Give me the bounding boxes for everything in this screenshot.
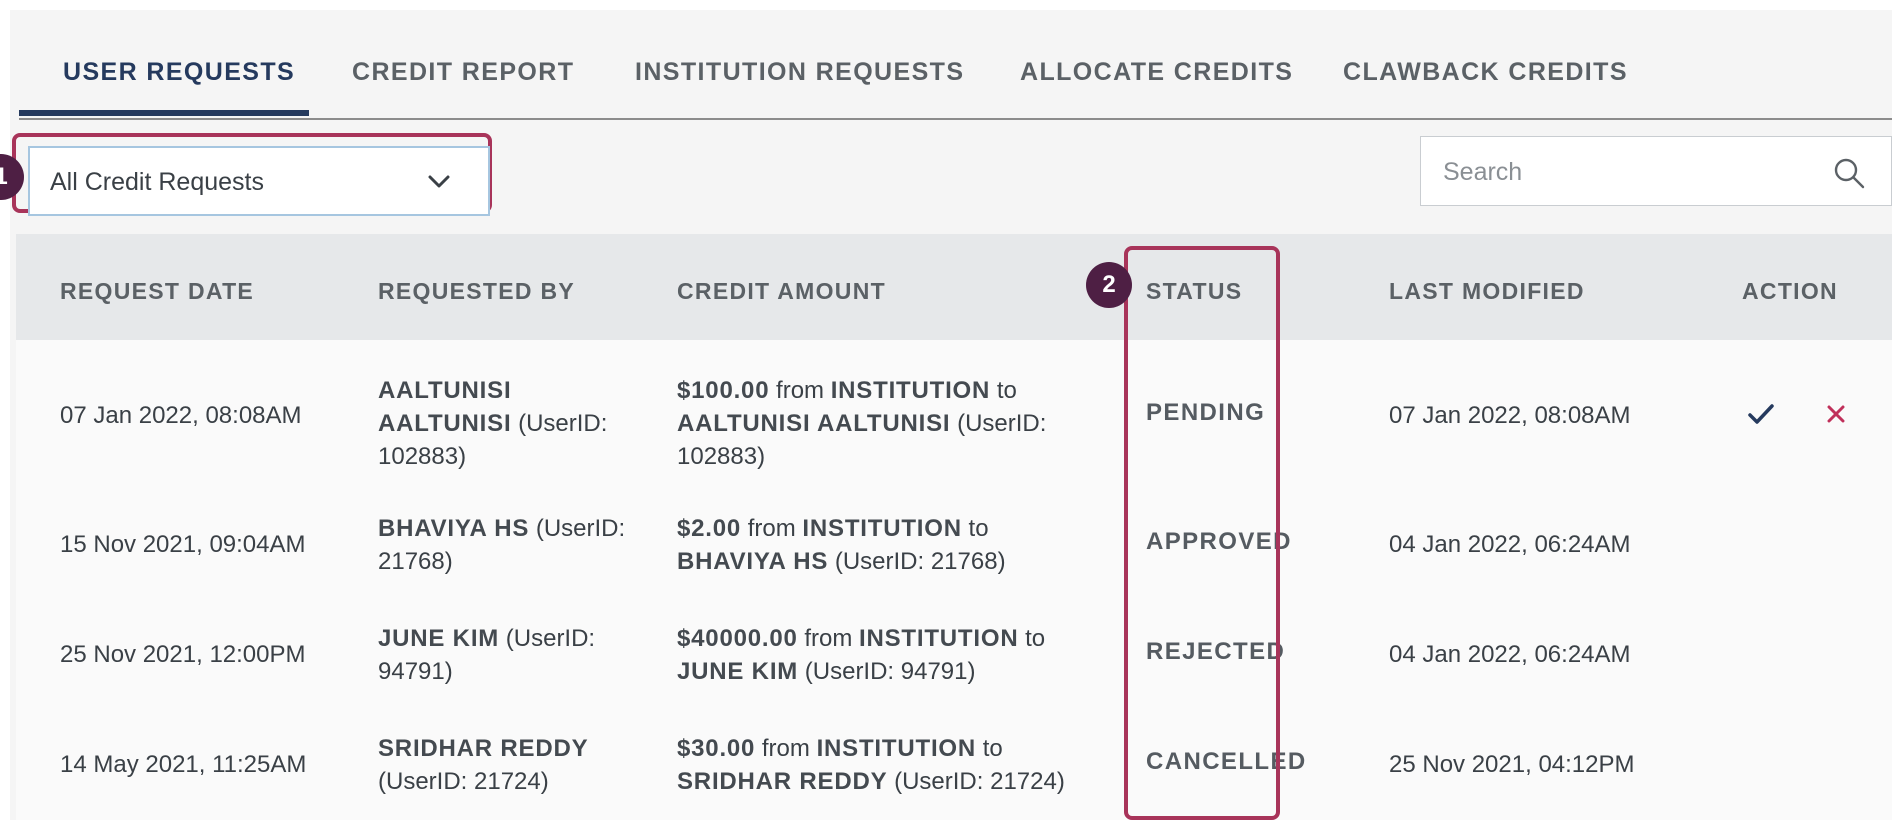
word-from: from [761,735,810,762]
search-icon[interactable] [1833,157,1865,189]
table-row: 15 Nov 2021, 09:04AM BHAVIYA HS (UserID:… [16,490,1892,602]
column-credit-amount[interactable]: CREDIT AMOUNT [677,278,886,305]
last-modified-cell: 04 Jan 2022, 06:24AM [1389,531,1631,558]
requested-by-cell: SRIDHAR REDDY (UserID: 21724) [378,732,638,798]
table-row: 07 Jan 2022, 08:08AM AALTUNISI AALTUNISI… [16,340,1892,492]
column-requested-by[interactable]: REQUESTED BY [378,278,575,305]
credit-amount-cell: $30.00 from INSTITUTION to SRIDHAR REDDY… [677,732,1077,798]
word-to: to [1025,625,1046,652]
requested-by-cell: BHAVIYA HS (UserID: 21768) [378,512,638,578]
requested-by-cell: JUNE KIM (UserID: 94791) [378,622,638,688]
recipient-name: AALTUNISI AALTUNISI [677,410,951,437]
filter-selected-value: All Credit Requests [50,168,264,196]
recipient-name: JUNE KIM [677,658,799,685]
credit-amount-cell: $40000.00 from INSTITUTION to JUNE KIM (… [677,622,1077,688]
search-input[interactable] [1441,155,1805,189]
request-date-cell: 15 Nov 2021, 09:04AM [60,531,306,558]
chevron-down-icon [428,175,450,188]
word-from: from [804,625,853,652]
recipient-userid: (UserID: 21724) [894,768,1065,795]
recipient-name: SRIDHAR REDDY [677,768,888,795]
source-institution: INSTITUTION [802,515,962,542]
source-institution: INSTITUTION [859,625,1019,652]
credit-amount-cell: $100.00 from INSTITUTION to AALTUNISI AA… [677,374,1077,473]
source-institution: INSTITUTION [816,735,977,762]
last-modified-cell: 07 Jan 2022, 08:08AM [1389,402,1631,429]
requester-name: JUNE KIM [378,625,500,652]
word-to: to [996,377,1017,404]
search-box [1420,136,1892,206]
recipient-name: BHAVIYA HS [677,548,829,575]
credit-amount-cell: $2.00 from INSTITUTION to BHAVIYA HS (Us… [677,512,1077,578]
active-tab-indicator [19,110,309,116]
request-date-cell: 14 May 2021, 11:25AM [60,751,307,778]
column-action: ACTION [1742,278,1838,304]
table-header: REQUEST DATE REQUESTED BY CREDIT AMOUNT … [16,234,1892,340]
checkmark-icon[interactable] [1748,403,1774,425]
tab-clawback-credits[interactable]: CLAWBACK CREDITS [1343,58,1628,87]
table-row: 25 Nov 2021, 12:00PM JUNE KIM (UserID: 9… [16,600,1892,712]
amount-value: $30.00 [677,735,756,762]
amount-value: $2.00 [677,515,742,542]
word-from: from [776,377,825,404]
recipient-userid: (UserID: 94791) [804,658,976,685]
table-row: 14 May 2021, 11:25AM SRIDHAR REDDY (User… [16,710,1892,820]
requested-by-cell: AALTUNISI AALTUNISI (UserID: 102883) [378,374,638,473]
last-modified-cell: 04 Jan 2022, 06:24AM [1389,641,1631,668]
word-from: from [747,515,796,542]
word-to: to [982,735,1003,762]
requester-name: AALTUNISI AALTUNISI [378,377,512,437]
tab-allocate-credits[interactable]: ALLOCATE CREDITS [1020,58,1293,87]
request-date-cell: 25 Nov 2021, 12:00PM [60,641,306,668]
amount-value: $100.00 [677,377,770,404]
requester-name: SRIDHAR REDDY [378,735,589,762]
tab-credit-report[interactable]: CREDIT REPORT [352,58,574,87]
word-to: to [968,515,989,542]
last-modified-cell: 25 Nov 2021, 04:12PM [1389,751,1635,778]
tab-user-requests[interactable]: USER REQUESTS [63,58,295,87]
request-date-cell: 07 Jan 2022, 08:08AM [60,402,302,429]
requester-name: BHAVIYA HS [378,515,530,542]
column-request-date[interactable]: REQUEST DATE [60,278,254,305]
column-last-modified[interactable]: LAST MODIFIED [1389,278,1585,305]
status-callout-highlight [1124,246,1280,820]
requester-userid: (UserID: 21724) [378,768,549,795]
amount-value: $40000.00 [677,625,798,652]
tab-bar: USER REQUESTS CREDIT REPORT INSTITUTION … [19,0,1892,120]
recipient-userid: (UserID: 21768) [834,548,1006,575]
callout-badge-2: 2 [1086,262,1132,308]
request-filter-dropdown[interactable]: All Credit Requests [28,146,490,216]
source-institution: INSTITUTION [830,377,991,404]
tab-institution-requests[interactable]: INSTITUTION REQUESTS [635,58,964,87]
close-icon[interactable] [1827,405,1845,423]
